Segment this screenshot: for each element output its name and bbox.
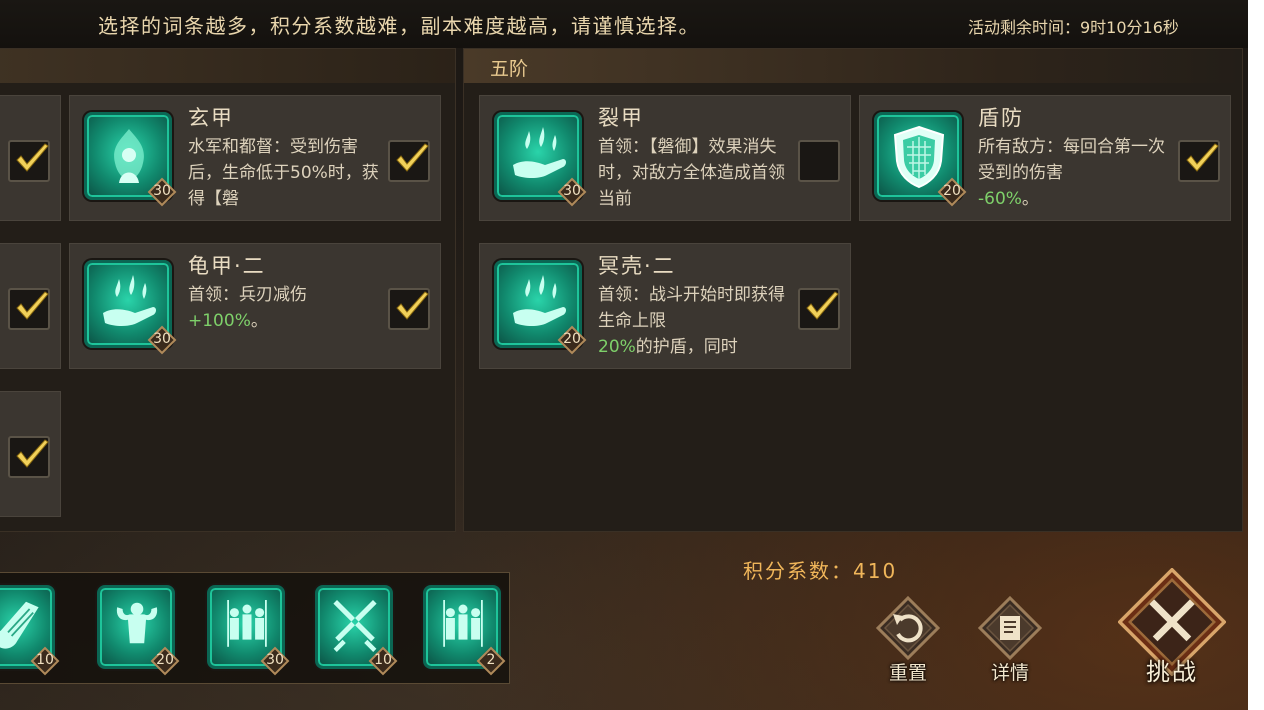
selected-affix-4[interactable]: 10: [315, 585, 393, 669]
affix-icon-frame: 30: [84, 112, 172, 200]
level-badge: 30: [147, 325, 177, 355]
affix-checkbox[interactable]: [8, 436, 50, 478]
challenge-button[interactable]: 挑战: [1110, 568, 1234, 692]
affix-description: 水军和都督：受到伤害后，生命低于50%时，获得【磐: [188, 137, 379, 209]
affix-card-guijia[interactable]: 30 龟甲·二 首领：兵刃减伤 +100%。: [69, 243, 441, 369]
affix-icon-frame: 30: [494, 112, 582, 200]
tier-title: 五阶: [490, 58, 529, 80]
affix-description: 所有敌方：每回合第一次受到的伤害 -60%。: [978, 137, 1165, 209]
affix-icon-frame: 30: [84, 260, 172, 348]
checkmark-icon: [392, 140, 432, 180]
affix-checkbox[interactable]: [798, 288, 840, 330]
selected-affix-2[interactable]: 20: [97, 585, 175, 669]
score-coefficient: 积分系数：410: [743, 559, 898, 583]
checkmark-icon: [12, 436, 52, 476]
selected-affix-1[interactable]: 10: [0, 585, 55, 669]
affix-title: 盾防: [978, 106, 1024, 130]
top-bar: 选择的词条越多，积分系数越难，副本难度越高，请谨慎选择。 活动剩余时间：9时10…: [0, 0, 1248, 48]
level-badge: 20: [937, 177, 967, 207]
affix-card-liejia[interactable]: 30 裂甲 首领：【磐御】效果消失时，对敌方全体造成首领当前: [479, 95, 851, 221]
level-badge: 30: [260, 646, 290, 676]
affix-icon-frame: 20: [494, 260, 582, 348]
affix-checkbox[interactable]: [388, 140, 430, 182]
affix-checkbox[interactable]: [8, 140, 50, 182]
affix-checkbox[interactable]: [1178, 140, 1220, 182]
tier-panel-left: 30 玄甲 水军和都督：受到伤害后，生命低于50%时，获得【磐 30 龟甲·二 …: [0, 48, 456, 532]
checkmark-icon: [12, 288, 52, 328]
affix-checkbox-unchecked[interactable]: [798, 140, 840, 182]
checkmark-icon: [802, 288, 842, 328]
affix-description: 首领：兵刃减伤 +100%。: [188, 285, 307, 331]
affix-title: 冥壳·二: [598, 254, 676, 278]
affix-icon-frame: 20: [874, 112, 962, 200]
level-badge: 20: [150, 646, 180, 676]
affix-card-clipped-3[interactable]: [0, 391, 61, 517]
affix-card-clipped-1[interactable]: [0, 95, 61, 221]
selection-notice: 选择的词条越多，积分系数越难，副本难度越高，请谨慎选择。: [98, 14, 700, 38]
selected-affix-5[interactable]: 2: [423, 585, 501, 669]
checkmark-icon: [1182, 140, 1222, 180]
affix-card-mingke[interactable]: 20 冥壳·二 首领：战斗开始时即获得生命上限 20%的护盾，同时: [479, 243, 851, 369]
tier-panel-five: 五阶 30 裂甲 首领：【磐御】效果消失时，对敌方全体造成首领当前 20 盾防 …: [463, 48, 1243, 532]
affix-description: 首领：【磐御】效果消失时，对敌方全体造成首领当前: [598, 137, 785, 209]
level-badge: 10: [30, 646, 60, 676]
scroll-icon: [978, 596, 1042, 660]
affix-title: 玄甲: [188, 106, 234, 130]
level-badge: 30: [147, 177, 177, 207]
reset-icon: [876, 596, 940, 660]
panel-header-left: [0, 49, 455, 83]
affix-card-xuanjia[interactable]: 30 玄甲 水军和都督：受到伤害后，生命低于50%时，获得【磐: [69, 95, 441, 221]
affix-card-dunfang[interactable]: 20 盾防 所有敌方：每回合第一次受到的伤害 -60%。: [859, 95, 1231, 221]
reset-button[interactable]: 重置: [868, 596, 948, 692]
checkmark-icon: [392, 288, 432, 328]
level-badge: 2: [476, 646, 506, 676]
affix-title: 裂甲: [598, 106, 644, 130]
game-screen: 选择的词条越多，积分系数越难，副本难度越高，请谨慎选择。 活动剩余时间：9时10…: [0, 0, 1248, 710]
level-badge: 30: [557, 177, 587, 207]
affix-checkbox[interactable]: [388, 288, 430, 330]
level-badge: 20: [557, 325, 587, 355]
selected-affix-strip[interactable]: 10 20 30 10 2: [0, 572, 510, 684]
selected-affix-3[interactable]: 30: [207, 585, 285, 669]
details-button[interactable]: 详情: [970, 596, 1050, 692]
affix-title: 龟甲·二: [188, 254, 266, 278]
affix-description: 首领：战斗开始时即获得生命上限 20%的护盾，同时: [598, 285, 785, 357]
level-badge: 10: [368, 646, 398, 676]
event-timer: 活动剩余时间：9时10分16秒: [968, 18, 1179, 37]
affix-card-clipped-2[interactable]: [0, 243, 61, 369]
affix-checkbox[interactable]: [8, 288, 50, 330]
panel-header: 五阶: [464, 49, 1242, 83]
checkmark-icon: [12, 140, 52, 180]
